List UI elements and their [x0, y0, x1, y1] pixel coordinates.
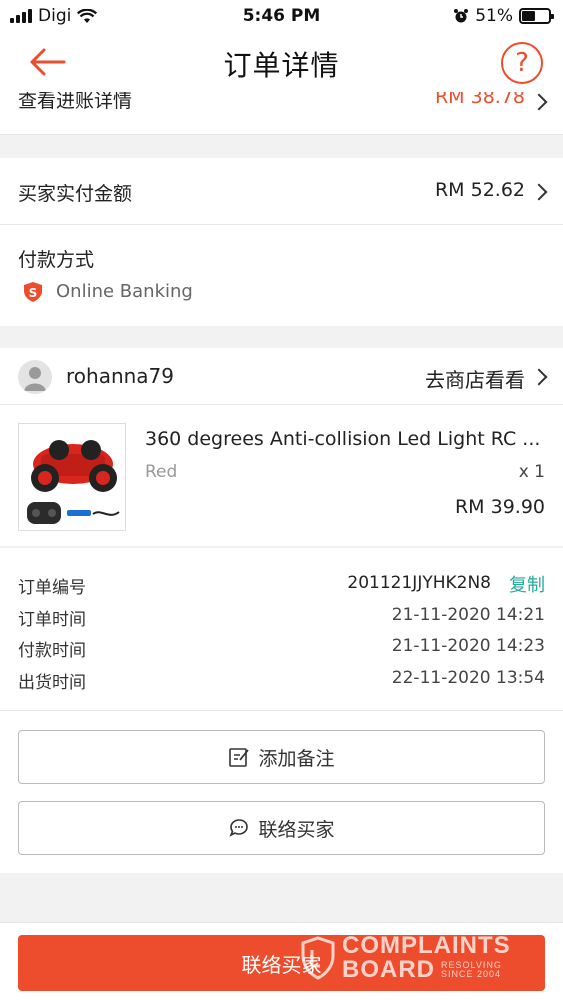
product-variation: Red — [145, 462, 178, 482]
payment-card: 买家实付金额 RM 52.62 付款方式 S Online Banking — [0, 158, 563, 326]
contact-buyer-primary-button[interactable]: 联络买家 — [18, 935, 545, 991]
divider — [0, 134, 563, 135]
nav-bar: 订单详情 ? — [0, 32, 563, 92]
amount-paid-value[interactable]: RM 52.62 — [435, 179, 525, 201]
battery-percent: 51% — [475, 6, 513, 26]
chat-bubble-icon — [229, 819, 249, 837]
order-info-card: 订单编号 201121JJYHK2N8 复制 订单时间 21-11-2020 1… — [0, 548, 563, 710]
order-time-label: 订单时间 — [18, 610, 86, 630]
chevron-right-icon[interactable] — [530, 183, 548, 201]
actions-card: 添加备注 联络买家 — [0, 711, 563, 873]
product-price: RM 39.90 — [454, 496, 545, 518]
payment-time-value: 21-11-2020 14:23 — [391, 636, 545, 656]
contact-buyer-primary-label: 联络买家 — [241, 952, 322, 977]
svg-text:S: S — [29, 286, 38, 300]
bottom-action-bar: 联络买家 — [0, 922, 563, 1000]
payment-method-label: 付款方式 — [18, 249, 95, 271]
shopee-shield-icon: S — [24, 282, 42, 302]
add-note-label: 添加备注 — [258, 747, 335, 770]
visit-shop-link[interactable]: 去商店看看 — [425, 364, 525, 393]
chevron-right-icon — [530, 93, 548, 111]
buyer-product-card: rohanna79 去商店看看 360 degrees Anti-collisi… — [0, 348, 563, 546]
income-details-row[interactable]: 查看进账详情 RM 38.78 — [0, 92, 563, 134]
product-quantity: x 1 — [518, 462, 545, 482]
order-number-value: 201121JJYHK2N8 — [347, 573, 491, 593]
battery-icon — [519, 8, 554, 24]
divider — [0, 224, 563, 225]
note-edit-icon — [229, 748, 250, 767]
help-icon[interactable]: ? — [501, 42, 543, 84]
contact-buyer-button[interactable]: 联络买家 — [18, 801, 545, 855]
status-bar: Digi 5:46 PM 51% — [0, 0, 563, 32]
buyer-username[interactable]: rohanna79 — [66, 364, 174, 388]
order-number-label: 订单编号 — [18, 578, 86, 598]
income-details-label: 查看进账详情 — [18, 92, 133, 112]
page-title: 订单详情 — [223, 49, 340, 82]
chevron-right-icon[interactable] — [530, 368, 548, 386]
avatar — [18, 360, 52, 394]
add-note-button[interactable]: 添加备注 — [18, 730, 545, 784]
ship-time-value: 22-11-2020 13:54 — [391, 668, 545, 688]
payment-time-label: 付款时间 — [18, 641, 86, 661]
product-name[interactable]: 360 degrees Anti-collision Led Light RC … — [145, 428, 540, 450]
product-image[interactable] — [18, 423, 126, 531]
payment-method-value: Online Banking — [56, 281, 193, 302]
order-time-value: 21-11-2020 14:21 — [391, 605, 545, 625]
income-details-value: RM 38.78 — [434, 92, 525, 108]
ship-time-label: 出货时间 — [18, 673, 86, 693]
contact-buyer-label: 联络买家 — [258, 818, 335, 841]
divider — [0, 404, 563, 405]
copy-button[interactable]: 复制 — [509, 571, 545, 597]
amount-paid-label: 买家实付金额 — [18, 183, 133, 205]
alarm-icon — [454, 9, 469, 23]
status-right: 51% — [453, 6, 554, 26]
